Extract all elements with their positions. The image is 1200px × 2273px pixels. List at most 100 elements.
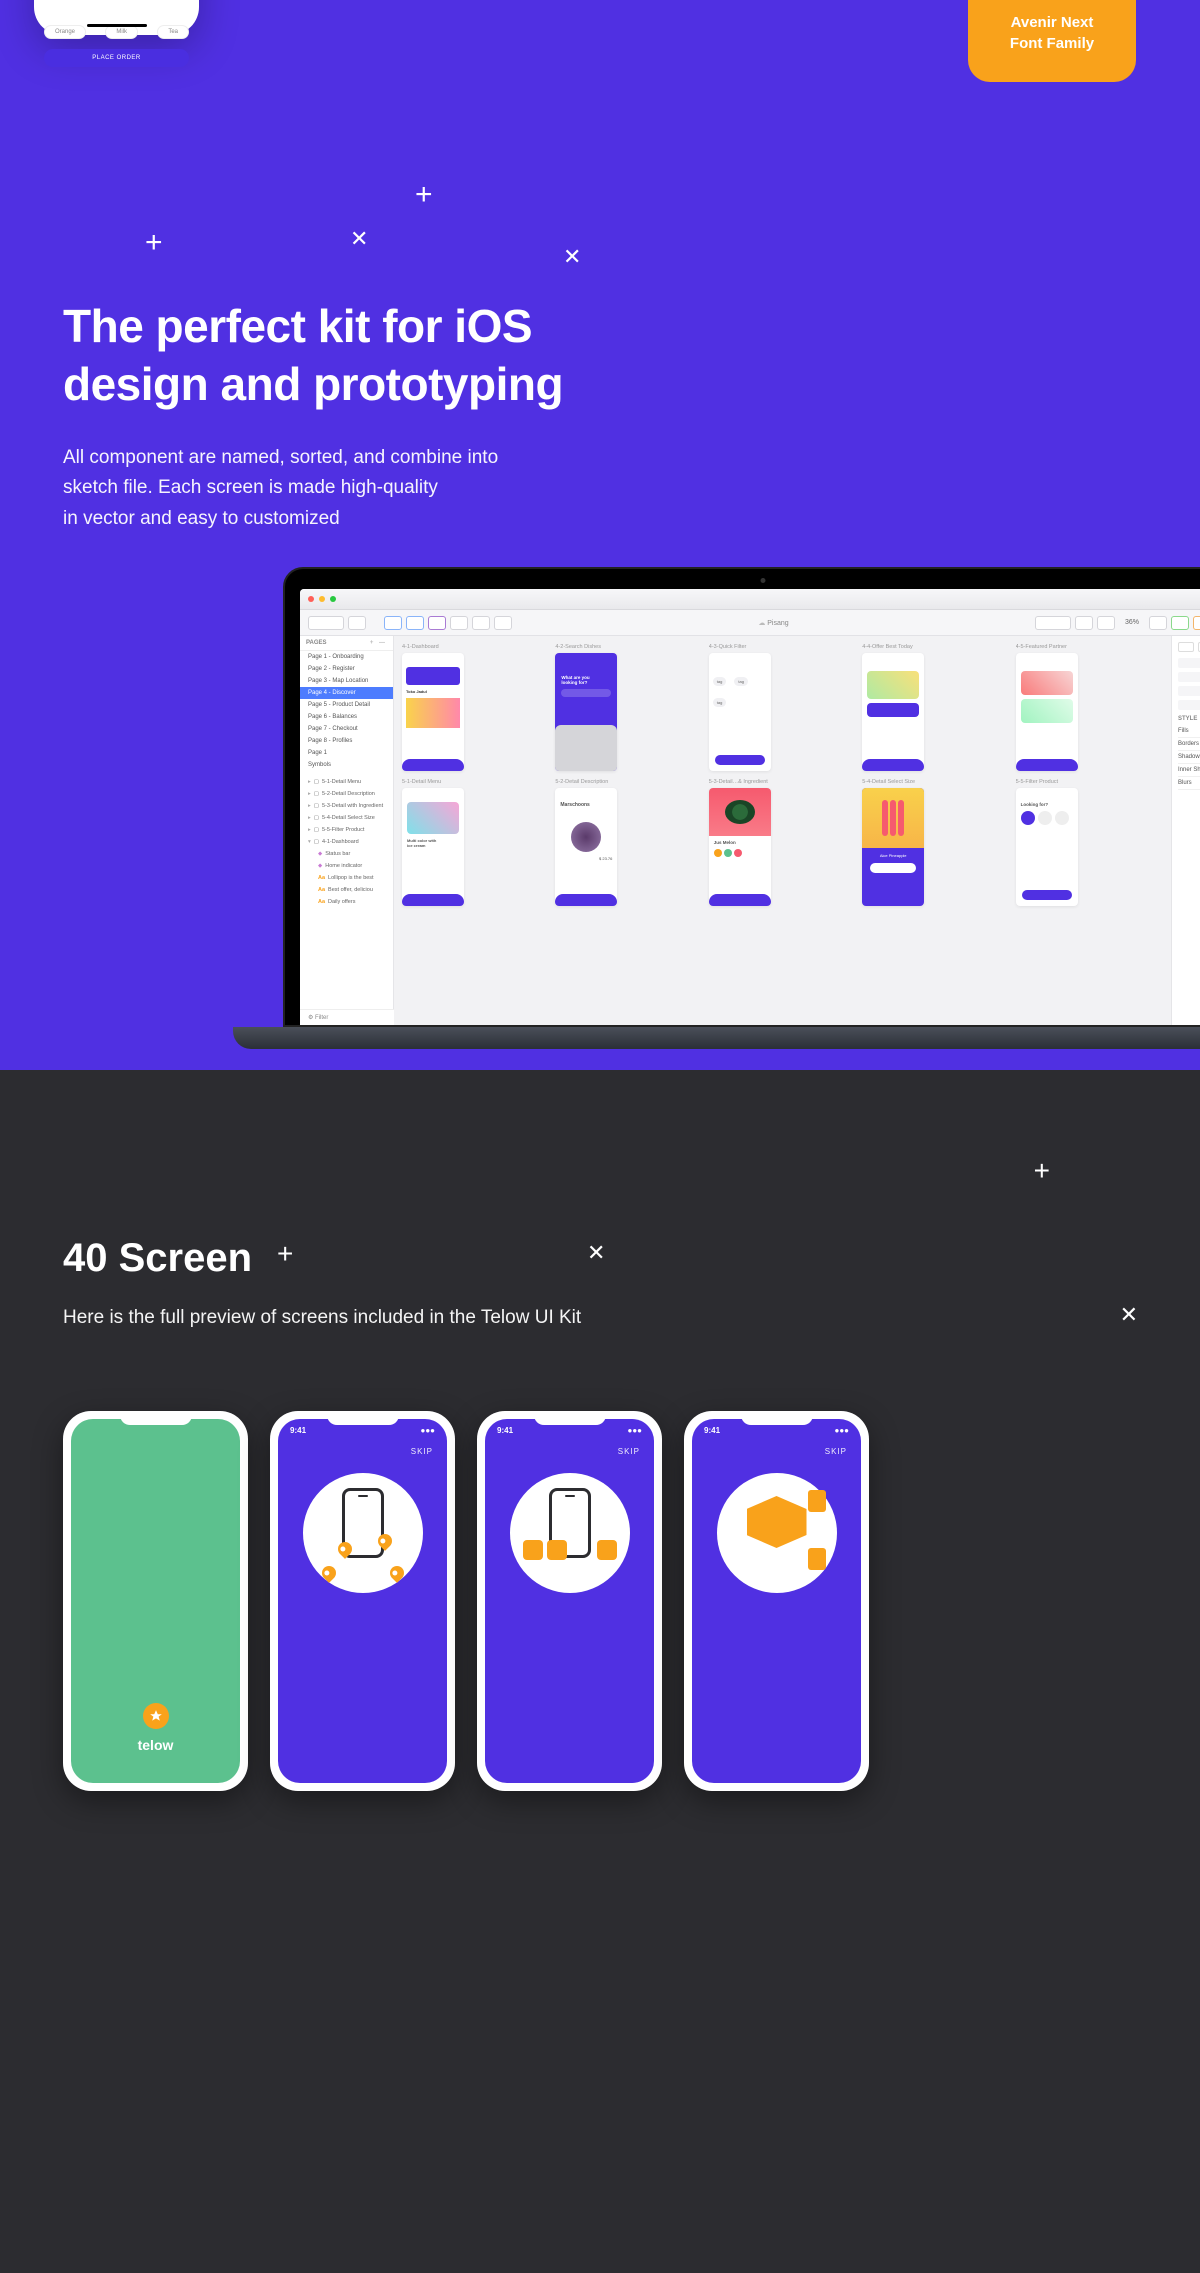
home-indicator	[87, 24, 147, 27]
layers-panel: PAGES+ — Page 1 - Onboarding Page 2 - Re…	[300, 636, 394, 1025]
inspector-prop: Shadows	[1178, 751, 1200, 764]
inspector-prop: Inner Shadows	[1178, 764, 1200, 777]
layer-item: ▾▢ 4-1-Dashboard	[300, 836, 393, 848]
phone-notch	[120, 1411, 192, 1425]
phone-preview: 9:41●●● SKIP	[477, 1411, 662, 1791]
artboard: 4-5-Featured Partner	[1016, 644, 1078, 771]
phone-preview: 9:41●●● SKIP	[270, 1411, 455, 1791]
x-icon: ✕	[563, 244, 581, 270]
logo-icon	[143, 1703, 169, 1729]
toolbar-button	[450, 616, 468, 630]
phone-preview-row: telow 9:41●●● SKIP	[0, 1411, 1200, 1791]
page-item: Page 1	[300, 747, 393, 759]
illustration-circle	[717, 1473, 837, 1593]
font-family-badge: Avenir Next Font Family	[968, 0, 1136, 82]
section-title: 40 Screen	[63, 1236, 1200, 1281]
laptop-mockup: ☁︎ Pisang 36% PAGES+ — Page 1 - Onboardi…	[283, 567, 1200, 1027]
zoom-icon	[330, 596, 336, 602]
tag-milk: Milk	[105, 25, 138, 39]
artboard: 5-2-Detail DescriptionMarschoons$ 23.76	[555, 779, 617, 906]
inspector-panel: STYLE Fills Borders Shadows Inner Shadow…	[1171, 636, 1200, 1025]
illustration-circle	[303, 1473, 423, 1593]
page-item: Page 7 - Checkout	[300, 723, 393, 735]
phone-notch	[741, 1411, 813, 1425]
onboarding-screen: 9:41●●● SKIP	[278, 1419, 447, 1783]
toolbar-button	[1193, 616, 1200, 630]
artboard: 5-4-Detail Select SizeAice Pineapple	[862, 779, 924, 906]
illustration-circle	[510, 1473, 630, 1593]
artboard: 4-4-Offer Best Today	[862, 644, 924, 771]
zoom-level: 36%	[1125, 619, 1139, 626]
sketch-toolbar: ☁︎ Pisang 36%	[300, 610, 1200, 636]
place-order-button: PLACE ORDER	[44, 49, 189, 67]
screens-preview-section: + + ✕ ✕ 40 Screen Here is the full previ…	[0, 1070, 1200, 2273]
toolbar-button	[472, 616, 490, 630]
sketch-canvas: 4-1-DashboardToko Jadul 4-2-Search Dishe…	[394, 636, 1171, 1025]
phone-notch	[534, 1411, 606, 1425]
phone-preview: telow	[63, 1411, 248, 1791]
layer-item: ▸▢ 5-1-Detail Menu	[300, 776, 393, 788]
toolbar-button	[428, 616, 446, 630]
artboard: 4-2-Search DishesWhat are youlooking for…	[555, 644, 617, 771]
phone-preview: 9:41●●● SKIP	[684, 1411, 869, 1791]
laptop-base	[233, 1027, 1200, 1049]
toolbar-button	[1097, 616, 1115, 630]
skip-button: SKIP	[825, 1447, 847, 1456]
layer-child: Aa Lollipop is the best	[300, 872, 393, 884]
toolbar-button	[1171, 616, 1189, 630]
phone-tags: Orange Milk Tea	[44, 25, 189, 39]
hero-copy: The perfect kit for iOS design and proto…	[63, 298, 563, 534]
hero-headline: The perfect kit for iOS design and proto…	[63, 298, 563, 413]
layer-child: Aa Daily offers	[300, 896, 393, 908]
page-item: Page 5 - Product Detail	[300, 699, 393, 711]
toolbar-button	[494, 616, 512, 630]
plus-icon: +	[1034, 1155, 1050, 1187]
artboard: 5-5-Filter ProductLooking for?	[1016, 779, 1078, 906]
phone-notch	[327, 1411, 399, 1425]
artboard: 5-1-Detail MenuMulti color withice cream	[402, 779, 464, 906]
style-header: STYLE	[1178, 716, 1200, 722]
toolbar-button	[1075, 616, 1093, 630]
minimize-icon	[319, 596, 325, 602]
map-pin-illustration	[328, 1488, 398, 1578]
hero-section: Orange Milk Tea PLACE ORDER Avenir Next …	[0, 0, 1200, 1070]
inspector-prop: Borders	[1178, 738, 1200, 751]
page-item: Page 6 - Balances	[300, 711, 393, 723]
layer-item: ▸▢ 5-5-Filter Product	[300, 824, 393, 836]
pages-header: PAGES	[306, 640, 327, 646]
filter-input: ⚙ Filter	[300, 1009, 394, 1025]
tag-orange: Orange	[44, 25, 86, 39]
hero-subtitle: All component are named, sorted, and com…	[63, 443, 563, 534]
toolbar-button	[406, 616, 424, 630]
page-item: Page 2 - Register	[300, 663, 393, 675]
box-illustration	[732, 1488, 822, 1578]
tag-tea: Tea	[157, 25, 189, 39]
splash-screen: telow	[71, 1419, 240, 1783]
skip-button: SKIP	[411, 1447, 433, 1456]
phone-mockup-top: Orange Milk Tea PLACE ORDER	[34, 0, 199, 35]
plus-icon: +	[277, 1238, 293, 1270]
x-icon: ✕	[350, 226, 368, 252]
page-item: Page 8 - Profiles	[300, 735, 393, 747]
inspector-prop: Fills	[1178, 725, 1200, 738]
page-item: Symbols	[300, 759, 393, 771]
toolbar-button	[1035, 616, 1071, 630]
layer-item: ▸▢ 5-4-Detail Select Size	[300, 812, 393, 824]
onboarding-screen: 9:41●●● SKIP	[692, 1419, 861, 1783]
inspector-prop: Blurs	[1178, 777, 1200, 790]
layer-child: ◆ Status bar	[300, 848, 393, 860]
layer-item: ▸▢ 5-3-Detail with Ingredient	[300, 800, 393, 812]
x-icon: ✕	[587, 1240, 605, 1266]
cards-illustration	[535, 1488, 605, 1578]
close-icon	[308, 596, 314, 602]
plus-icon: +	[415, 178, 433, 212]
onboarding-screen: 9:41●●● SKIP	[485, 1419, 654, 1783]
brand-name: telow	[138, 1737, 174, 1753]
window-titlebar	[300, 589, 1200, 610]
toolbar-button	[1149, 616, 1167, 630]
toolbar-button	[348, 616, 366, 630]
document-title: ☁︎ Pisang	[516, 619, 1031, 627]
skip-button: SKIP	[618, 1447, 640, 1456]
laptop-screen: ☁︎ Pisang 36% PAGES+ — Page 1 - Onboardi…	[283, 567, 1200, 1027]
layer-child: ◆ Home indicator	[300, 860, 393, 872]
